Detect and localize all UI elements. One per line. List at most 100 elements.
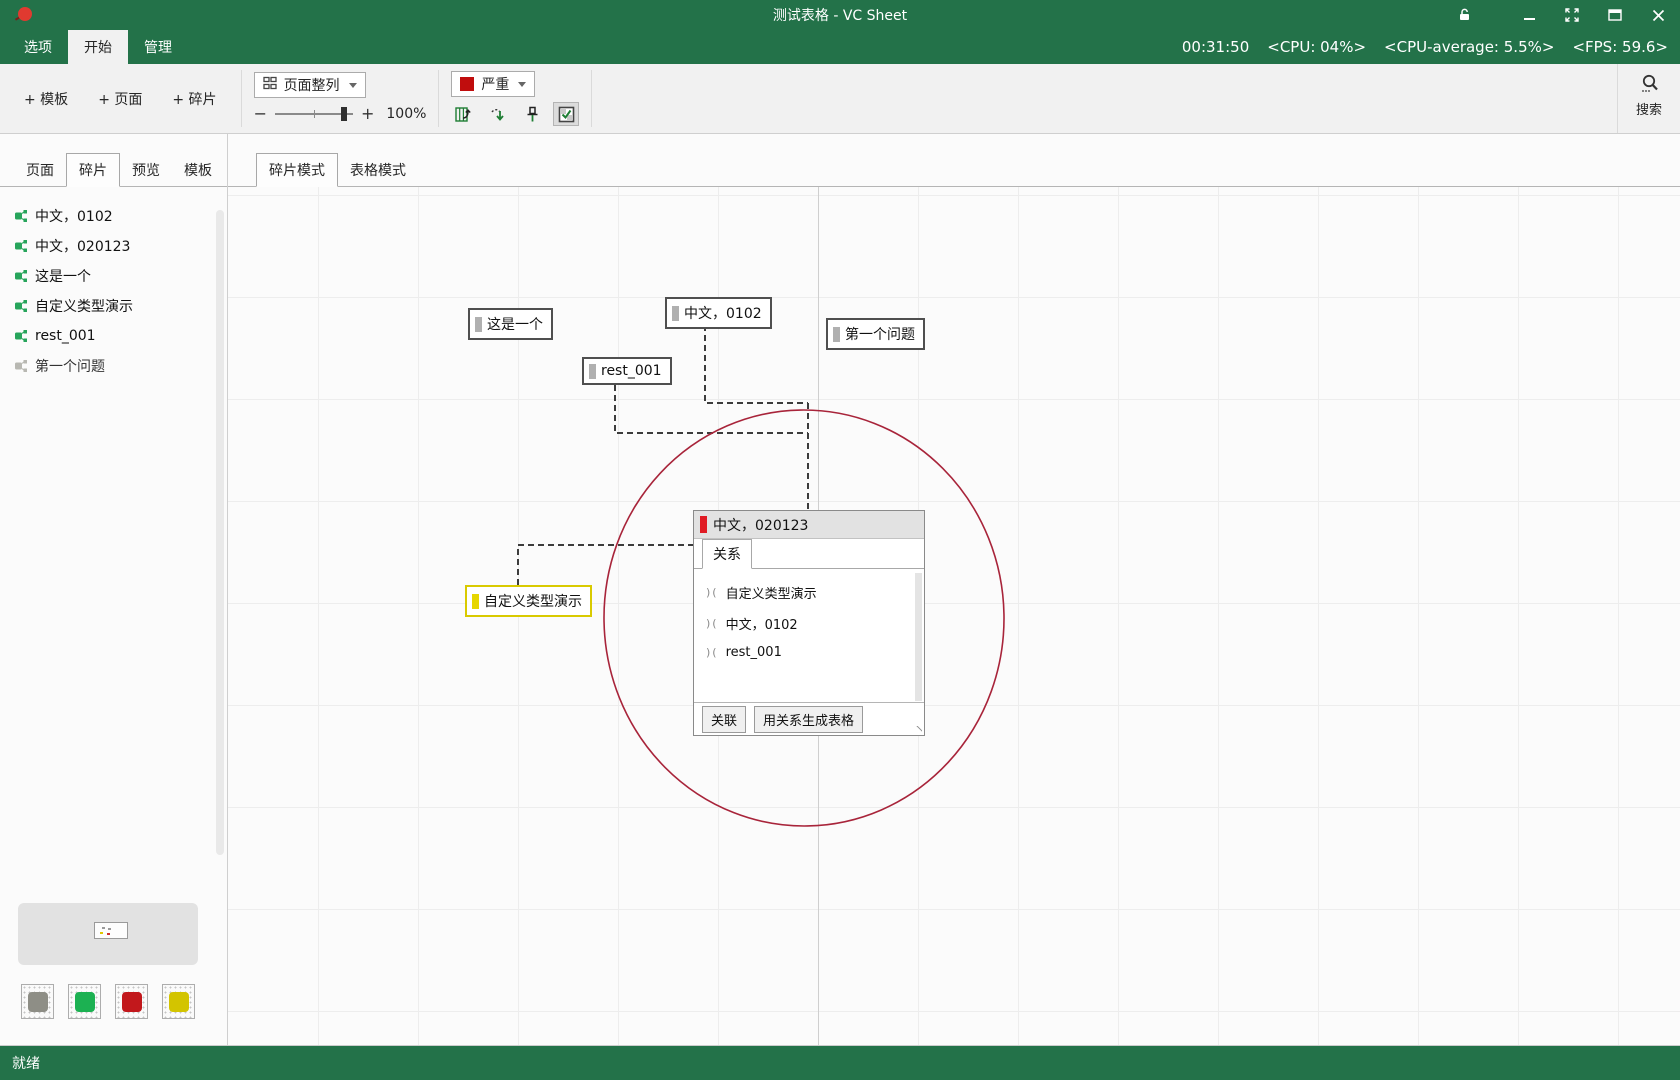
flow-arrow-icon[interactable] [485, 102, 511, 126]
tab-table-mode[interactable]: 表格模式 [338, 154, 418, 186]
zoom-in-button[interactable]: + [361, 106, 374, 122]
minimap-node-marker [102, 927, 105, 929]
zoom-slider-tick [314, 110, 315, 118]
tab-fragment-mode[interactable]: 碎片模式 [256, 153, 338, 187]
tiles-icon [263, 76, 277, 94]
swatch-gray[interactable] [21, 984, 54, 1019]
list-item[interactable]: rest_001 [0, 321, 227, 351]
maximize-button[interactable] [1607, 7, 1623, 23]
node-severity-bar [833, 327, 840, 342]
titlebar: 测试表格 - VC Sheet [0, 0, 1680, 30]
search-button[interactable]: 搜索 [1617, 64, 1680, 133]
severity-dropdown[interactable]: 严重 [451, 71, 535, 97]
swatch-green[interactable] [68, 984, 101, 1019]
relation-icon [706, 585, 719, 600]
node-severity-bar [672, 306, 679, 321]
page-arrange-dropdown[interactable]: 页面整列 [254, 72, 366, 98]
sidebar-tab-pages[interactable]: 页面 [14, 154, 66, 186]
table-insert-icon[interactable] [451, 102, 477, 126]
toolbar-spacer [592, 64, 1617, 133]
minimap[interactable] [18, 903, 198, 965]
panel-header[interactable]: 中文，020123 [694, 511, 924, 539]
relation-item[interactable]: 中文，0102 [694, 608, 924, 639]
list-item[interactable]: 这是一个 [0, 261, 227, 291]
menu-tab-options[interactable]: 选项 [8, 30, 68, 64]
add-fragment-button[interactable]: + 碎片 [162, 83, 226, 115]
list-item-label: 中文，0102 [35, 206, 113, 226]
list-item[interactable]: 中文，020123 [0, 231, 227, 261]
menu-tabs: 选项 开始 管理 [0, 30, 188, 64]
node-severity-bar [589, 364, 596, 379]
node-severity-bar [475, 317, 482, 332]
canvas-tabstrip: 碎片模式 表格模式 [228, 134, 1680, 187]
sidebar-tab-templates[interactable]: 模板 [172, 154, 224, 186]
sidebar-scrollbar[interactable] [216, 210, 224, 855]
node-label: 中文，0102 [684, 303, 762, 323]
node-severity-bar [472, 594, 479, 609]
node-card[interactable]: 中文，0102 [665, 297, 772, 329]
relation-icon [706, 645, 719, 660]
panel-severity-bar [700, 516, 707, 533]
pin-icon[interactable] [519, 102, 545, 126]
window-title: 测试表格 - VC Sheet [0, 5, 1680, 25]
fullscreen-button[interactable] [1564, 7, 1580, 23]
minimap-viewport[interactable] [94, 922, 128, 939]
statusbar: 就绪 [0, 1045, 1680, 1080]
swatch-red[interactable] [115, 984, 148, 1019]
panel-title: 中文，020123 [713, 515, 808, 535]
list-item-label: 中文，020123 [35, 236, 130, 256]
color-swatches [21, 984, 195, 1019]
sidebar-tab-fragments[interactable]: 碎片 [66, 153, 120, 187]
zoom-slider[interactable] [275, 113, 353, 115]
relation-item[interactable]: 自定义类型演示 [694, 577, 924, 608]
severity-color-swatch [460, 77, 474, 91]
lock-icon[interactable] [1456, 7, 1472, 23]
arrange-zoom-group: 页面整列 − + 100% [242, 64, 439, 133]
tab-relations[interactable]: 关系 [702, 539, 752, 569]
node-card[interactable]: rest_001 [582, 357, 672, 385]
swatch-yellow-chip [169, 992, 189, 1012]
list-item[interactable]: 自定义类型演示 [0, 291, 227, 321]
add-group: + 模板 + 页面 + 碎片 [0, 64, 241, 133]
menu-tab-manage[interactable]: 管理 [128, 30, 188, 64]
node-card[interactable]: 这是一个 [468, 308, 553, 340]
sidebar-tab-preview[interactable]: 预览 [120, 154, 172, 186]
cpu-readout: <CPU: 04%> [1267, 38, 1366, 56]
zoom-out-button[interactable]: − [254, 106, 267, 122]
search-label: 搜索 [1636, 99, 1662, 118]
connector-line [615, 385, 808, 433]
diagram-canvas[interactable]: 这是一个 中文，0102 rest_001 第一个问题 自定义类型演示 [228, 187, 1680, 1045]
main-area: 页面 碎片 预览 模板 中文，0102 中文，020123 这是一个 [0, 134, 1680, 1045]
search-icon [1637, 72, 1661, 98]
node-label: 自定义类型演示 [484, 591, 582, 611]
zoom-control: − + 100% [254, 103, 427, 125]
menubar: 选项 开始 管理 00:31:50 <CPU: 04%> <CPU-averag… [0, 30, 1680, 64]
relation-item[interactable]: rest_001 [694, 639, 924, 666]
select-grid-icon[interactable] [553, 102, 579, 126]
status-text: 就绪 [12, 1053, 40, 1073]
window-controls [1456, 0, 1666, 30]
associate-button[interactable]: 关联 [702, 706, 746, 733]
zoom-slider-thumb[interactable] [341, 107, 347, 121]
swatch-yellow[interactable] [162, 984, 195, 1019]
minimize-button[interactable] [1521, 7, 1537, 23]
resize-grip[interactable] [915, 726, 922, 733]
fragment-icon [14, 329, 28, 343]
swatch-gray-chip [28, 992, 48, 1012]
fragment-icon [14, 299, 28, 313]
panel-scrollbar[interactable] [915, 573, 922, 701]
node-card[interactable]: 第一个问题 [826, 318, 925, 350]
list-item-label: 自定义类型演示 [35, 296, 133, 316]
node-card-highlighted[interactable]: 自定义类型演示 [465, 585, 592, 617]
list-item[interactable]: 中文，0102 [0, 201, 227, 231]
node-label: rest_001 [601, 363, 662, 379]
add-page-button[interactable]: + 页面 [88, 83, 152, 115]
close-button[interactable] [1650, 7, 1666, 23]
list-item[interactable]: 第一个问题 [0, 351, 227, 381]
generate-table-button[interactable]: 用关系生成表格 [754, 706, 863, 733]
node-label: 第一个问题 [845, 324, 915, 344]
menu-tab-home[interactable]: 开始 [68, 30, 128, 64]
connector-line [705, 325, 808, 403]
add-template-button[interactable]: + 模板 [14, 83, 78, 115]
relation-label: rest_001 [726, 645, 782, 660]
